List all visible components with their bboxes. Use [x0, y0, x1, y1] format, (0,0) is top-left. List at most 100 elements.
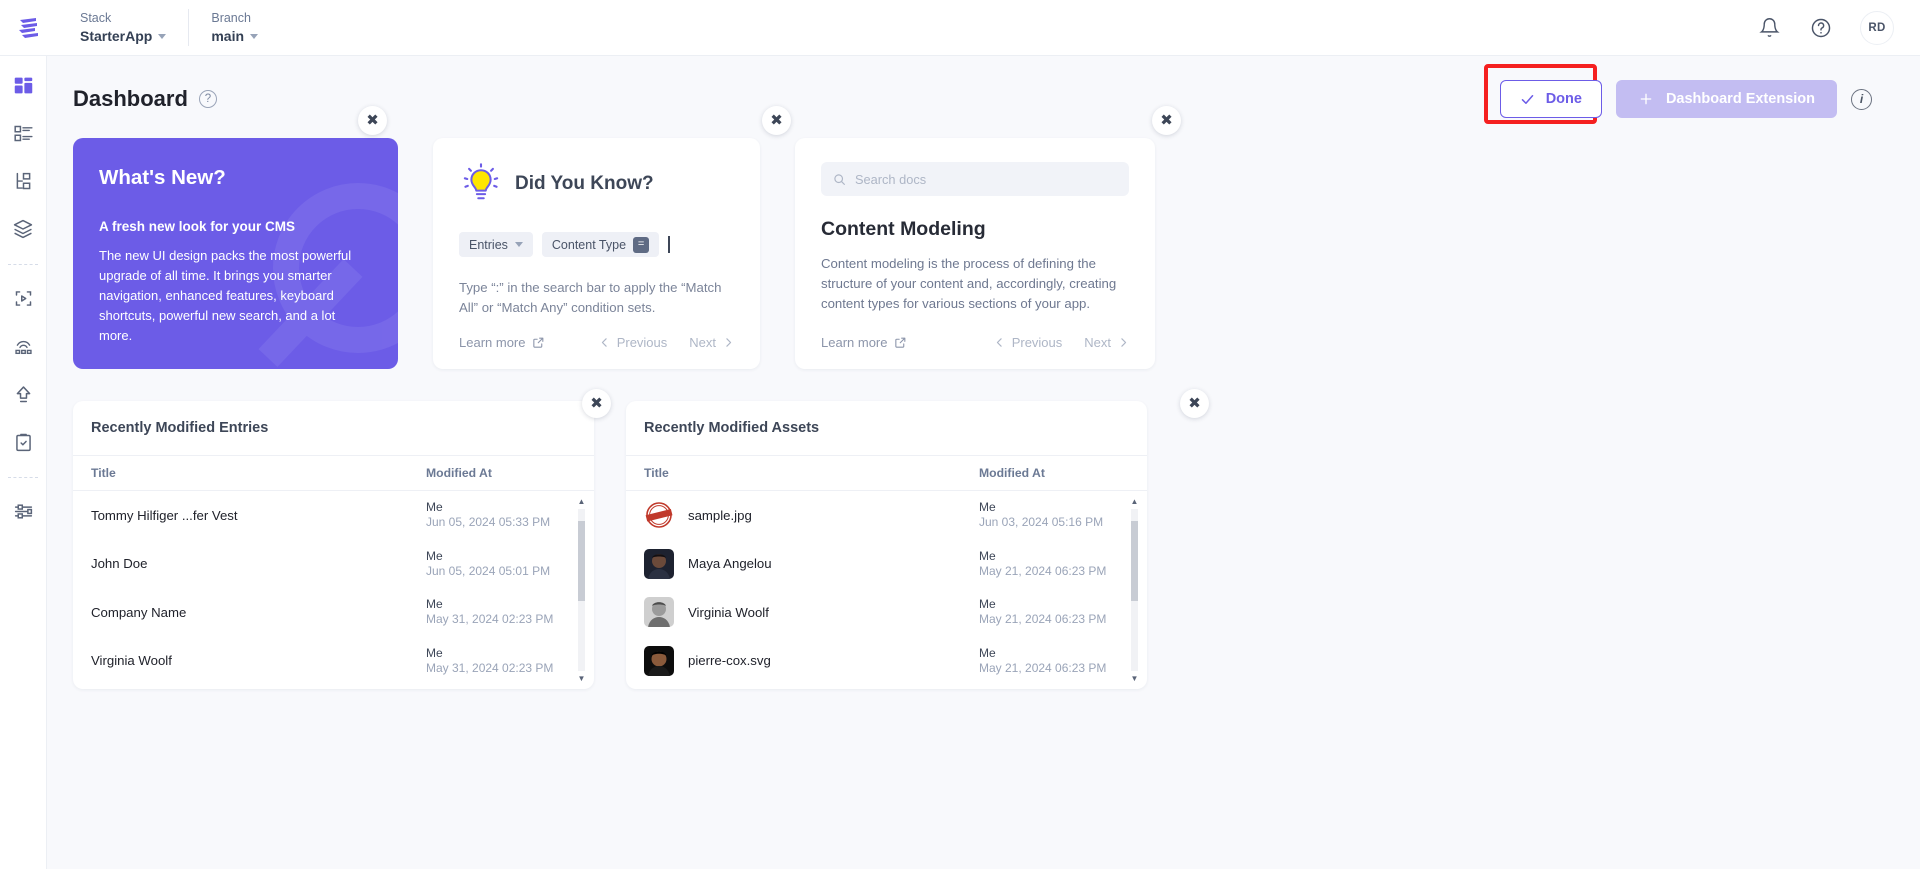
stack-switcher[interactable]: Stack StarterApp: [58, 9, 188, 46]
main-content: Dashboard ? Done Dashboard Extension i ✖…: [47, 56, 1920, 869]
scroll-up-icon[interactable]: ▲: [577, 497, 586, 506]
entry-modified-by: Me: [426, 645, 443, 660]
dashboard-extension-button[interactable]: Dashboard Extension: [1615, 80, 1837, 118]
did-you-know-previous-button[interactable]: Previous: [599, 335, 667, 350]
table-row[interactable]: Virginia Woolf Me May 31, 2024 02:23 PM: [73, 637, 594, 686]
content-modeling-learn-more-label: Learn more: [821, 335, 888, 350]
did-you-know-next-label: Next: [689, 335, 716, 350]
sidebar-item-releases[interactable]: [6, 329, 40, 363]
chevron-right-icon: [1121, 338, 1127, 347]
close-assets-widget-button[interactable]: ✖: [1180, 389, 1209, 418]
asset-modified-at: Jun 03, 2024 05:16 PM: [979, 515, 1104, 530]
sample-stamp-thumbnail: [644, 500, 674, 531]
table-row[interactable]: Jane Austen Me May 31, 2024 02:22 PM: [73, 685, 594, 689]
content-modeling-previous-button[interactable]: Previous: [994, 335, 1063, 350]
scroll-down-icon[interactable]: ▼: [1130, 674, 1139, 683]
contentstack-logo-icon: [19, 17, 38, 38]
entry-modified: Me Jun 05, 2024 05:01 PM: [426, 549, 576, 579]
scroll-up-icon[interactable]: ▲: [1130, 497, 1139, 506]
check-icon: [1521, 94, 1533, 104]
sidebar-item-live-preview[interactable]: [6, 281, 40, 315]
assets-scrollbar[interactable]: ▲ ▼: [1130, 497, 1139, 683]
scrollbar-thumb[interactable]: [1131, 521, 1138, 601]
close-did-you-know-button[interactable]: ✖: [762, 106, 791, 135]
page-title: Dashboard: [73, 86, 188, 111]
search-icon: [834, 173, 845, 185]
content-modeling-learn-more-link[interactable]: Learn more: [821, 335, 907, 350]
asset-modified: Me Jun 03, 2024 05:16 PM: [979, 500, 1129, 530]
assets-table-header: Title Modified At: [626, 456, 1147, 491]
widget-area: ✖ What's New? A fresh new look for your …: [47, 106, 1920, 689]
content-modeling-previous-label: Previous: [1011, 335, 1063, 350]
close-content-modeling-button[interactable]: ✖: [1152, 106, 1181, 135]
asset-modified: Me May 21, 2024 06:23 PM: [979, 646, 1129, 676]
dashboard-grid-icon: [14, 77, 32, 93]
did-you-know-learn-more-link[interactable]: Learn more: [459, 335, 545, 350]
external-link-icon: [895, 337, 906, 348]
entry-modified: Me May 31, 2024 02:23 PM: [426, 597, 576, 627]
sidebar-item-dashboard[interactable]: [6, 68, 40, 102]
entry-title: Virginia Woolf: [91, 653, 172, 669]
entry-modified: Me Jun 05, 2024 05:33 PM: [426, 500, 576, 530]
chip-entries[interactable]: Entries: [459, 232, 533, 257]
bell-icon: [1758, 18, 1780, 37]
broadcast-icon: [14, 340, 32, 354]
table-row[interactable]: Maya Angelou Me May 21, 2024 06:23 PM: [626, 540, 1147, 589]
entry-modified-by: Me: [426, 548, 443, 563]
asset-title-cell: pierre-cox.svg: [644, 645, 979, 676]
search-docs-input[interactable]: Search docs: [821, 162, 1129, 196]
table-row[interactable]: pierre-cox.svg Me May 21, 2024 06:23 PM: [626, 637, 1147, 686]
did-you-know-next-button[interactable]: Next: [689, 335, 734, 350]
page-help-icon[interactable]: ?: [198, 90, 217, 108]
asset-title: pierre-cox.svg: [688, 653, 771, 669]
asset-modified: Me May 21, 2024 06:23 PM: [979, 549, 1129, 579]
table-row[interactable]: Tommy Hilfiger ...fer Vest Me Jun 05, 20…: [73, 491, 594, 540]
done-button[interactable]: Done: [1499, 80, 1602, 118]
sidebar-item-assets[interactable]: [6, 212, 40, 246]
did-you-know-pager: Previous Next: [599, 335, 734, 350]
stack-value: StarterApp: [80, 27, 167, 46]
entry-title: Company Name: [91, 604, 187, 620]
branch-value: main: [211, 27, 259, 46]
tip-cards-row: ✖ What's New? A fresh new look for your …: [73, 106, 1894, 369]
sidebar-item-publish-queue[interactable]: [6, 377, 40, 411]
notifications-button[interactable]: [1756, 15, 1782, 41]
table-row[interactable]: Virginia Woolf Me May 21, 2024 06:23 PM: [626, 588, 1147, 637]
app-logo[interactable]: [0, 15, 58, 41]
chip-content-type[interactable]: Content Type =: [541, 232, 660, 257]
dashboard-info-icon[interactable]: i: [1851, 88, 1872, 110]
sidebar-item-content-types[interactable]: [6, 164, 40, 198]
chevron-down-icon: [250, 34, 259, 39]
entries-table-header: Title Modified At: [73, 456, 594, 491]
entry-modified-at: Jun 05, 2024 05:33 PM: [426, 515, 551, 530]
portrait-thumbnail: [644, 597, 674, 628]
help-button[interactable]: [1808, 15, 1834, 41]
asset-thumbnail: [644, 597, 674, 628]
sidebar-item-entries[interactable]: [6, 116, 40, 150]
content-modeling-next-button[interactable]: Next: [1084, 335, 1129, 350]
close-whats-new-button[interactable]: ✖: [358, 106, 387, 135]
chip-entries-label: Entries: [469, 237, 508, 252]
whats-new-learn-more-link[interactable]: Learn more: [99, 366, 372, 369]
asset-modified-at: May 21, 2024 06:23 PM: [979, 612, 1107, 627]
user-avatar[interactable]: RD: [1860, 10, 1894, 45]
scroll-down-icon[interactable]: ▼: [577, 674, 586, 683]
table-row[interactable]: John Doe Me Jun 05, 2024 05:01 PM: [73, 540, 594, 589]
entry-title: John Doe: [91, 556, 148, 572]
tables-row: ✖ Recently Modified Entries Title Modifi…: [73, 389, 1894, 689]
recently-modified-entries-card: Recently Modified Entries Title Modified…: [73, 401, 594, 689]
content-type-tree-icon: [16, 172, 30, 189]
branch-switcher[interactable]: Branch main: [188, 9, 280, 46]
table-row[interactable]: Company Name Me May 31, 2024 02:23 PM: [73, 588, 594, 637]
table-row[interactable]: alden-cantrell.svg Me May 21, 2024 06:23…: [626, 685, 1147, 689]
sidebar-item-settings[interactable]: [6, 494, 40, 528]
branch-name: main: [211, 28, 245, 44]
entry-modified-at: Jun 05, 2024 05:01 PM: [426, 563, 551, 578]
scrollbar-thumb[interactable]: [578, 521, 585, 601]
sidebar-item-tasks[interactable]: [6, 425, 40, 459]
table-row[interactable]: sample.jpg Me Jun 03, 2024 05:16 PM: [626, 491, 1147, 540]
entries-scrollbar[interactable]: ▲ ▼: [577, 497, 586, 683]
asset-modified-by: Me: [979, 548, 996, 563]
assets-widget-title: Recently Modified Assets: [626, 401, 1147, 456]
close-entries-widget-button[interactable]: ✖: [582, 389, 611, 418]
